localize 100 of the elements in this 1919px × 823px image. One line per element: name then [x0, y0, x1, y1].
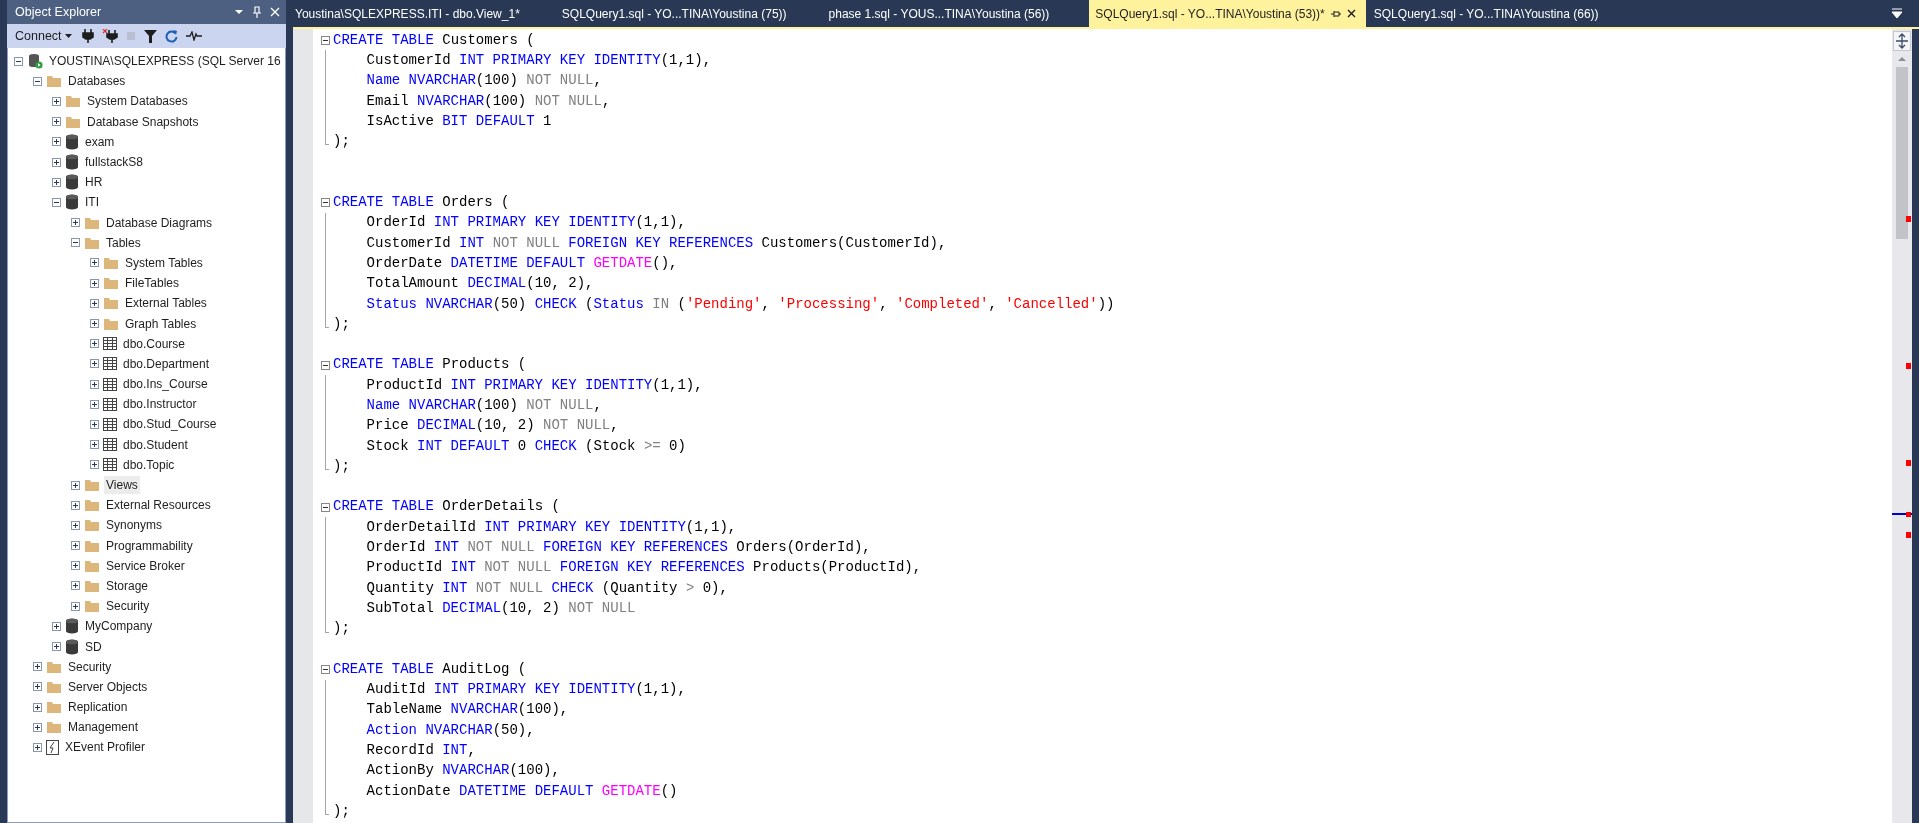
tree-item[interactable]: Storage — [104, 576, 151, 595]
dropdown-icon[interactable] — [234, 9, 244, 15]
code-line: CREATE TABLE Products ( — [333, 355, 527, 375]
tree-item[interactable]: Replication — [66, 698, 130, 717]
activity-icon[interactable] — [185, 31, 202, 41]
plug-icon[interactable] — [81, 29, 94, 43]
expand-icon[interactable] — [52, 96, 61, 106]
close-icon[interactable] — [1346, 9, 1356, 18]
tree-item[interactable]: YOUSTINA\SQLEXPRESS (SQL Server 16 — [47, 52, 283, 71]
expand-icon[interactable] — [71, 218, 80, 228]
expand-icon[interactable] — [90, 399, 99, 409]
collapse-icon[interactable] — [321, 360, 330, 370]
collapse-icon[interactable] — [71, 238, 80, 248]
folder-icon — [103, 296, 119, 311]
expand-icon[interactable] — [90, 258, 99, 268]
expand-icon[interactable] — [33, 722, 42, 732]
pin-icon[interactable] — [1330, 8, 1341, 19]
collapse-icon[interactable] — [52, 197, 61, 207]
expand-icon[interactable] — [33, 682, 42, 692]
expand-icon[interactable] — [71, 561, 80, 571]
expand-icon[interactable] — [52, 157, 61, 167]
expand-icon[interactable] — [90, 298, 99, 308]
collapse-icon[interactable] — [321, 502, 330, 512]
disconnect-icon[interactable] — [101, 29, 118, 43]
tree-item[interactable]: Tables — [104, 233, 143, 252]
expand-icon[interactable] — [71, 500, 80, 510]
folder-icon — [46, 720, 62, 735]
tree-item[interactable]: System Tables — [123, 253, 205, 272]
expand-icon[interactable] — [52, 621, 61, 631]
tree-item[interactable]: External Resources — [104, 496, 213, 515]
tree-item[interactable]: Server Objects — [66, 677, 150, 696]
tree-item[interactable]: Database Snapshots — [85, 112, 201, 131]
tree-item[interactable]: dbo.Stud_Course — [121, 415, 219, 434]
tree-item[interactable]: dbo.Instructor — [121, 395, 199, 414]
expand-icon[interactable] — [71, 520, 80, 530]
split-icon[interactable] — [1893, 31, 1911, 51]
tree-item[interactable]: Service Broker — [104, 556, 187, 575]
tree-item[interactable]: dbo.Ins_Course — [121, 375, 210, 394]
collapse-icon[interactable] — [321, 36, 330, 45]
expand-icon[interactable] — [33, 702, 42, 712]
tree-item[interactable]: Databases — [66, 72, 128, 91]
pin-icon[interactable] — [252, 6, 262, 18]
expand-icon[interactable] — [33, 662, 42, 672]
tree-item[interactable]: fullstackS8 — [83, 153, 146, 172]
tree-item[interactable]: Security — [66, 657, 114, 676]
tree-item[interactable]: ITI — [83, 193, 101, 212]
tab-overflow-icon[interactable] — [1891, 8, 1903, 20]
document-tab[interactable]: SQLQuery1.sql - YO...TINA\Youstina (75)) — [559, 0, 797, 27]
code-line: IsActive BIT DEFAULT 1 — [365, 111, 552, 131]
tree-item[interactable]: dbo.Topic — [121, 455, 177, 474]
document-tab[interactable]: SQLQuery1.sql - YO...TINA\Youstina (53))* — [1089, 0, 1366, 27]
collapse-icon[interactable] — [14, 56, 23, 66]
expand-icon[interactable] — [52, 137, 61, 147]
expand-icon[interactable] — [71, 480, 80, 490]
tree-item[interactable]: dbo.Course — [121, 334, 188, 353]
expand-icon[interactable] — [71, 601, 80, 611]
collapse-icon[interactable] — [321, 665, 330, 675]
expand-icon[interactable] — [90, 319, 99, 329]
expand-icon[interactable] — [52, 642, 61, 652]
expand-icon[interactable] — [71, 581, 80, 591]
expand-icon[interactable] — [33, 742, 42, 752]
document-tab[interactable]: phase 1.sql - YOUS...TINA\Youstina (56)) — [826, 0, 1060, 27]
tree-item[interactable]: Views — [104, 476, 140, 495]
expand-icon[interactable] — [90, 339, 99, 349]
refresh-icon[interactable] — [164, 29, 178, 43]
tree-item[interactable]: FileTables — [123, 274, 182, 293]
tree-item[interactable]: Database Diagrams — [104, 213, 215, 232]
expand-icon[interactable] — [90, 359, 99, 369]
collapse-icon[interactable] — [321, 198, 330, 208]
document-tab[interactable]: Youstina\SQLEXPRESS.ITI - dbo.View_1* — [293, 0, 530, 27]
tree-item[interactable]: XEvent Profiler — [63, 738, 148, 757]
tree-item[interactable]: exam — [83, 132, 117, 151]
expand-icon[interactable] — [71, 541, 80, 551]
expand-icon[interactable] — [52, 117, 61, 127]
tree-item[interactable]: MyCompany — [83, 617, 155, 636]
tree-item[interactable]: Security — [104, 597, 152, 616]
database-icon — [65, 133, 79, 150]
expand-icon[interactable] — [90, 419, 99, 429]
tree-item[interactable]: Synonyms — [104, 516, 165, 535]
tree-item[interactable]: dbo.Student — [121, 435, 190, 454]
tree-item[interactable]: dbo.Department — [121, 354, 212, 373]
caret-icon[interactable] — [64, 34, 72, 38]
code-line: CREATE TABLE Orders ( — [333, 193, 510, 213]
expand-icon[interactable] — [52, 177, 61, 187]
document-tab[interactable]: SQLQuery1.sql - YO...TINA\Youstina (66)) — [1371, 0, 1609, 27]
code-line: ); — [333, 132, 350, 152]
filter-icon[interactable] — [143, 29, 157, 43]
tree-item[interactable]: Management — [66, 718, 141, 737]
tree-item[interactable]: SD — [83, 637, 104, 656]
tree-item[interactable]: Programmability — [104, 536, 195, 555]
tree-item[interactable]: HR — [83, 173, 105, 192]
expand-icon[interactable] — [90, 278, 99, 288]
expand-icon[interactable] — [90, 440, 99, 450]
expand-icon[interactable] — [90, 460, 99, 470]
collapse-icon[interactable] — [33, 76, 42, 86]
tree-item[interactable]: System Databases — [85, 92, 190, 111]
connect-button[interactable]: Connect — [13, 26, 74, 46]
expand-icon[interactable] — [90, 379, 99, 389]
tree-item[interactable]: External Tables — [123, 294, 209, 313]
tree-item[interactable]: Graph Tables — [123, 314, 199, 333]
